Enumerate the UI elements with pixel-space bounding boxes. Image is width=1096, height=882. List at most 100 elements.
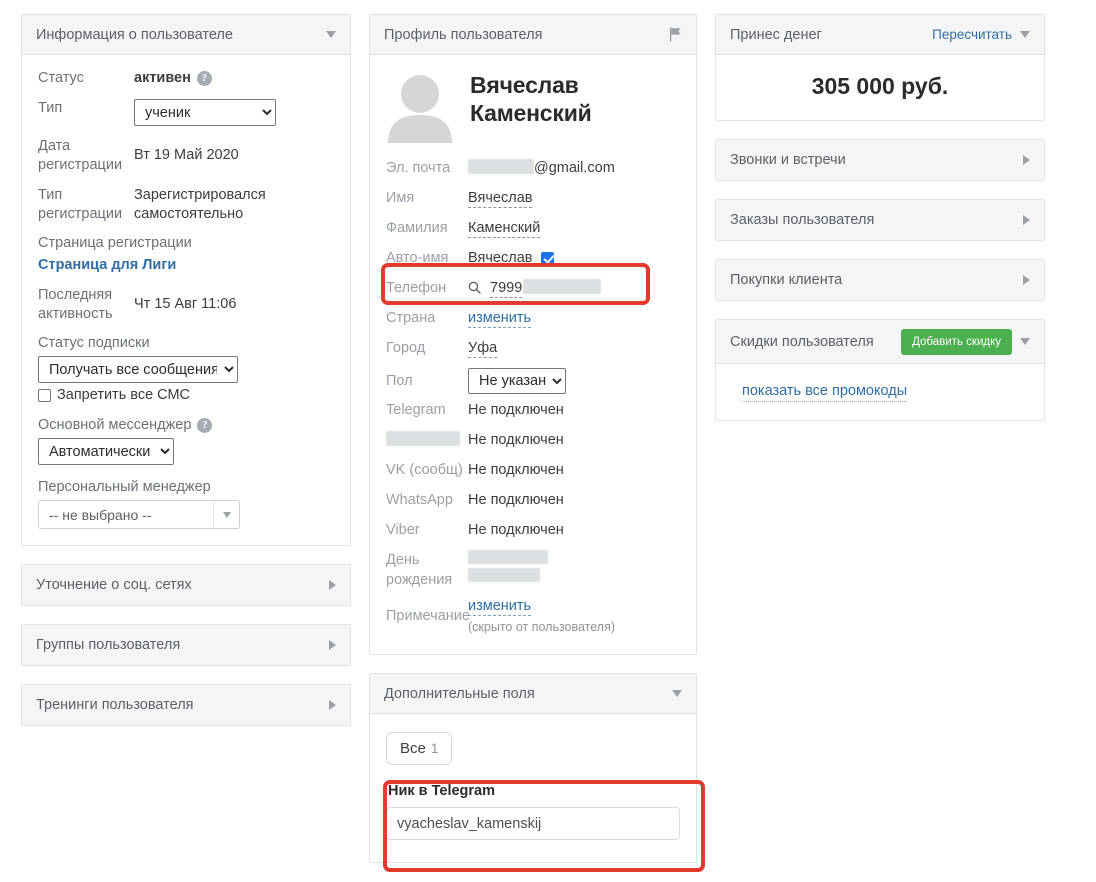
client-purchases-panel-header[interactable]: Покупки клиента	[716, 260, 1044, 300]
money-brought-panel-header[interactable]: Принес денег Пересчитать	[716, 15, 1044, 55]
first-name-value[interactable]: Вячеслав	[468, 190, 533, 208]
user-type-select[interactable]: ученик	[134, 99, 276, 126]
first-name-label: Имя	[386, 190, 415, 206]
city-row: Город Уфа	[386, 335, 680, 365]
auto-name-label: Авто-имя	[386, 250, 449, 266]
help-icon[interactable]: ?	[196, 70, 212, 86]
chevron-down-icon[interactable]	[326, 31, 336, 38]
registration-type-value: Зарегистрировался самостоятельно	[134, 187, 266, 222]
email-domain: @gmail.com	[534, 160, 615, 176]
country-value[interactable]: изменить	[468, 310, 532, 328]
last-activity-value: Чт 15 Авг 11:06	[134, 296, 237, 312]
last-name-value[interactable]: Каменский	[468, 220, 541, 238]
user-discounts-panel-title: Скидки пользователя	[730, 333, 874, 350]
email-value[interactable]: @gmail.com	[468, 158, 680, 178]
registration-page-link[interactable]: Страница для Лиги	[38, 257, 176, 273]
chevron-down-icon[interactable]	[1020, 338, 1030, 345]
user-info-panel-header[interactable]: Информация о пользователе	[22, 15, 350, 55]
user-info-panel: Информация о пользователе Статус активен…	[21, 14, 351, 546]
email-label: Эл. почта	[386, 160, 451, 176]
user-trainings-panel-header[interactable]: Тренинги пользователя	[22, 685, 350, 725]
block-sms-label: Запретить все СМС	[57, 387, 191, 403]
help-icon[interactable]: ?	[197, 417, 213, 433]
block-sms-checkbox-row[interactable]: Запретить все СМС	[38, 387, 334, 403]
tab-all[interactable]: Все 1	[386, 732, 453, 765]
chevron-down-icon[interactable]	[1020, 31, 1030, 38]
telegram-row: Telegram Не подключен	[386, 397, 680, 427]
telegram-value: Не подключен	[468, 402, 564, 418]
social-networks-panel-header[interactable]: Уточнение о соц. сетях	[22, 565, 350, 605]
add-discount-button[interactable]: Добавить скидку	[901, 328, 1012, 355]
note-row: Примечание изменить (скрыто от пользоват…	[386, 593, 680, 640]
calls-meetings-panel-header[interactable]: Звонки и встречи	[716, 140, 1044, 180]
personal-manager-select[interactable]: -- не выбрано --	[38, 500, 240, 529]
chevron-right-icon[interactable]	[1023, 275, 1030, 285]
calls-meetings-panel[interactable]: Звонки и встречи	[715, 139, 1045, 181]
user-groups-panel[interactable]: Группы пользователя	[21, 624, 351, 666]
email-masked-prefix	[468, 159, 534, 174]
last-activity-label: Последняя активность	[38, 287, 113, 322]
user-profile-panel-title: Профиль пользователя	[384, 26, 543, 43]
phone-masked-rest	[523, 279, 602, 294]
city-label: Город	[386, 340, 426, 356]
flag-icon[interactable]	[669, 27, 682, 42]
search-icon[interactable]	[468, 281, 485, 298]
auto-name-value: Вячеслав	[468, 250, 533, 266]
birthday-value[interactable]	[468, 550, 680, 582]
telegram-nick-input[interactable]	[386, 807, 680, 840]
email-row: Эл. почта @gmail.com	[386, 155, 680, 185]
messenger-select[interactable]: Автоматически	[38, 438, 174, 465]
social-networks-panel[interactable]: Уточнение о соц. сетях	[21, 564, 351, 606]
subscription-block: Статус подписки Получать все сообщения	[38, 335, 334, 383]
chevron-right-icon[interactable]	[329, 580, 336, 590]
user-profile-panel-header[interactable]: Профиль пользователя	[370, 15, 696, 55]
country-label: Страна	[386, 310, 436, 326]
user-discounts-panel: Скидки пользователя Добавить скидку пока…	[715, 319, 1045, 421]
city-value-wrap[interactable]: Уфа	[468, 338, 680, 358]
client-purchases-panel[interactable]: Покупки клиента	[715, 259, 1045, 301]
user-groups-panel-title: Группы пользователя	[36, 637, 181, 653]
user-orders-panel[interactable]: Заказы пользователя	[715, 199, 1045, 241]
city-value[interactable]: Уфа	[468, 340, 498, 358]
first-name-value-wrap[interactable]: Вячеслав	[468, 188, 680, 208]
user-trainings-panel[interactable]: Тренинги пользователя	[21, 684, 351, 726]
additional-fields-panel-header[interactable]: Дополнительные поля	[370, 674, 696, 714]
auto-name-checkbox[interactable]	[541, 251, 555, 265]
block-sms-checkbox[interactable]	[38, 388, 51, 402]
last-name-value-wrap[interactable]: Каменский	[468, 218, 680, 238]
first-name-row: Имя Вячеслав	[386, 185, 680, 215]
user-discounts-panel-header[interactable]: Скидки пользователя Добавить скидку	[716, 320, 1044, 364]
registration-page-label: Страница регистрации	[38, 235, 192, 251]
country-value-wrap[interactable]: изменить	[468, 308, 680, 328]
client-purchases-panel-title: Покупки клиента	[730, 272, 843, 288]
phone-value-wrap[interactable]: 7999	[468, 278, 680, 300]
vk-value: Не подключен	[468, 462, 564, 478]
tab-all-label: Все	[400, 740, 426, 757]
money-brought-panel: Принес денег Пересчитать 305 000 руб.	[715, 14, 1045, 121]
masked-channel-label	[386, 430, 468, 450]
gender-select[interactable]: Не указан	[468, 368, 566, 394]
phone-value[interactable]: 7999	[490, 280, 523, 298]
show-all-promocodes-link[interactable]: показать все промокоды	[742, 383, 908, 402]
money-brought-amount: 305 000 руб.	[811, 73, 949, 99]
phone-label: Телефон	[386, 280, 447, 296]
user-profile-panel-body: Вячеслав Каменский Эл. почта @gmail.com …	[370, 55, 696, 654]
chevron-right-icon[interactable]	[329, 640, 336, 650]
recalculate-link[interactable]: Пересчитать	[932, 27, 1012, 42]
last-name-row: Фамилия Каменский	[386, 215, 680, 245]
left-column: Информация о пользователе Статус активен…	[21, 14, 351, 868]
user-discounts-panel-body: показать все промокоды	[716, 364, 1044, 420]
tab-all-count: 1	[430, 741, 439, 756]
gender-value-wrap: Не указан	[468, 368, 680, 394]
user-groups-panel-header[interactable]: Группы пользователя	[22, 625, 350, 665]
chevron-down-icon[interactable]	[672, 690, 682, 697]
whatsapp-label: WhatsApp	[386, 492, 453, 508]
chevron-right-icon[interactable]	[1023, 215, 1030, 225]
chevron-down-icon[interactable]	[213, 501, 239, 528]
gender-label: Пол	[386, 373, 413, 389]
subscription-select[interactable]: Получать все сообщения	[38, 356, 238, 383]
chevron-right-icon[interactable]	[1023, 155, 1030, 165]
user-orders-panel-header[interactable]: Заказы пользователя	[716, 200, 1044, 240]
note-value[interactable]: изменить	[468, 598, 532, 616]
chevron-right-icon[interactable]	[329, 700, 336, 710]
